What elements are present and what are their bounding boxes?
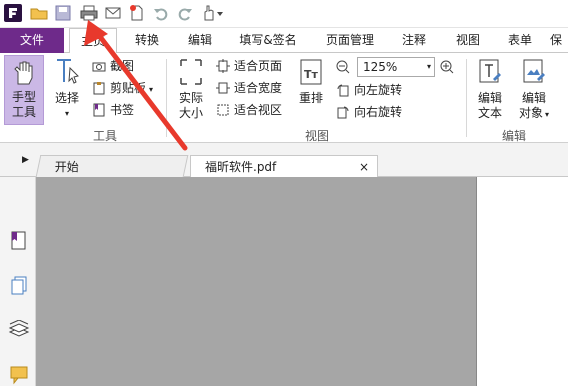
bookmarks-panel-icon[interactable] bbox=[10, 231, 28, 251]
open-folder-icon[interactable] bbox=[30, 4, 48, 22]
hand-tool-dropdown-icon[interactable] bbox=[200, 4, 224, 22]
tools-group-label: 工具 bbox=[92, 129, 117, 143]
save-icon[interactable] bbox=[54, 4, 72, 22]
tab-document[interactable]: 福昕软件.pdf × bbox=[190, 155, 378, 177]
tab-fill-sign[interactable]: 填写&签名 bbox=[234, 28, 302, 53]
edit-text-label-2: 文本 bbox=[477, 106, 502, 120]
tab-start[interactable]: 开始 bbox=[35, 155, 189, 177]
panel-expand-arrow-icon[interactable]: ▶ bbox=[22, 155, 29, 165]
screenshot-button[interactable]: 截图 bbox=[92, 56, 134, 76]
ribbon-home-panel: 手型 工具 选择 ▾ 截图 剪贴板 ▾ 书签 工具 实际 大小 适合页面 适合宽度… bbox=[0, 53, 568, 143]
select-text-cursor-icon bbox=[57, 59, 79, 84]
tab-protect[interactable]: 保 bbox=[550, 28, 568, 53]
zoom-dropdown-arrow-icon: ▾ bbox=[426, 62, 431, 71]
reflow-label: 重排 bbox=[298, 91, 323, 105]
tab-document-label: 福昕软件.pdf bbox=[205, 160, 277, 174]
edit-object-dropdown-arrow-icon: ▾ bbox=[545, 110, 550, 119]
bookmark-button[interactable]: 书签 bbox=[92, 100, 134, 120]
undo-icon[interactable] bbox=[152, 4, 170, 22]
fit-page-label: 适合页面 bbox=[234, 59, 283, 73]
hand-icon bbox=[14, 61, 33, 85]
ribbon-divider bbox=[166, 59, 167, 137]
document-tab-strip: ▶ 开始 福昕软件.pdf × bbox=[0, 143, 568, 177]
clipboard-button[interactable]: 剪贴板 ▾ bbox=[92, 78, 153, 98]
tab-file[interactable]: 文件 bbox=[0, 28, 64, 53]
screenshot-label: 截图 bbox=[110, 59, 135, 73]
camera-icon bbox=[92, 62, 106, 72]
edit-object-label-1: 编辑 bbox=[521, 91, 546, 105]
zoom-value: 125% bbox=[363, 60, 398, 74]
zoom-in-icon[interactable] bbox=[440, 60, 454, 74]
tab-view[interactable]: 视图 bbox=[446, 28, 490, 53]
tab-page-management[interactable]: 页面管理 bbox=[318, 28, 382, 53]
edit-text-button[interactable]: 编辑 文本 bbox=[472, 57, 508, 123]
fit-view-label: 适合视区 bbox=[234, 103, 283, 117]
ribbon-divider bbox=[466, 59, 467, 137]
select-label: 选择 bbox=[54, 91, 79, 105]
rotate-right-button[interactable]: 向右旋转 bbox=[336, 102, 402, 122]
hand-tool-button[interactable]: 手型 工具 bbox=[4, 55, 44, 125]
actual-size-icon bbox=[180, 59, 202, 85]
tab-start-label: 开始 bbox=[54, 160, 79, 174]
edit-object-button[interactable]: 编辑 对象 ▾ bbox=[512, 57, 556, 123]
edit-text-icon bbox=[479, 59, 501, 83]
edit-object-label-2: 对象 bbox=[518, 106, 543, 120]
select-dropdown-arrow-icon: ▾ bbox=[64, 109, 69, 118]
tab-convert[interactable]: 转换 bbox=[126, 28, 168, 53]
document-canvas[interactable] bbox=[36, 177, 476, 386]
reflow-icon: Tт bbox=[300, 59, 322, 85]
zoom-select[interactable]: 125% ▾ bbox=[357, 57, 435, 77]
layers-panel-icon[interactable] bbox=[8, 320, 30, 340]
comments-panel-icon[interactable] bbox=[9, 365, 29, 385]
app-logo-icon bbox=[4, 4, 22, 22]
fit-page-button[interactable]: 适合页面 bbox=[216, 56, 282, 76]
edit-group-label: 编辑 bbox=[501, 129, 526, 143]
actual-size-label-1: 实际 bbox=[178, 91, 203, 105]
fit-width-label: 适合宽度 bbox=[234, 81, 283, 95]
fit-width-button[interactable]: 适合宽度 bbox=[216, 78, 282, 98]
rotate-left-label: 向左旋转 bbox=[354, 83, 403, 97]
actual-size-label-2: 大小 bbox=[178, 106, 203, 120]
select-button[interactable]: 选择 ▾ bbox=[50, 57, 84, 123]
edit-text-label-1: 编辑 bbox=[477, 91, 502, 105]
clipboard-label: 剪贴板 bbox=[110, 81, 147, 95]
bookmark-icon bbox=[93, 103, 105, 117]
hand-tool-label-2: 工具 bbox=[11, 105, 36, 119]
edit-object-icon bbox=[523, 59, 545, 83]
redo-icon[interactable] bbox=[176, 4, 194, 22]
svg-text:Tт: Tт bbox=[304, 68, 319, 81]
rotate-left-icon bbox=[337, 84, 349, 97]
actual-size-button[interactable]: 实际 大小 bbox=[172, 57, 210, 123]
clipboard-dropdown-arrow-icon: ▾ bbox=[149, 85, 154, 94]
print-icon[interactable] bbox=[80, 4, 98, 22]
email-icon[interactable] bbox=[104, 4, 122, 22]
close-tab-icon[interactable]: × bbox=[359, 156, 369, 178]
fit-width-icon bbox=[216, 82, 230, 94]
zoom-out-icon[interactable] bbox=[336, 60, 350, 74]
tab-comment[interactable]: 注释 bbox=[392, 28, 436, 53]
reflow-button[interactable]: Tт 重排 bbox=[294, 57, 328, 123]
rotate-right-label: 向右旋转 bbox=[354, 105, 403, 119]
fit-view-icon bbox=[217, 104, 229, 116]
rotate-right-icon bbox=[337, 106, 349, 119]
rotate-left-button[interactable]: 向左旋转 bbox=[336, 80, 402, 100]
fit-view-button[interactable]: 适合视区 bbox=[216, 100, 282, 120]
fit-page-icon bbox=[216, 59, 230, 73]
tab-home[interactable]: 主页 bbox=[69, 28, 117, 54]
clipboard-icon bbox=[93, 82, 105, 95]
navigation-panel-bar bbox=[0, 177, 36, 386]
tab-form[interactable]: 表单 bbox=[498, 28, 542, 53]
new-document-icon[interactable] bbox=[128, 4, 146, 22]
hand-tool-label-1: 手型 bbox=[11, 90, 36, 104]
document-page bbox=[476, 177, 568, 386]
bookmark-label: 书签 bbox=[110, 103, 135, 117]
ribbon-tab-bar: 文件 主页 转换 编辑 填写&签名 页面管理 注释 视图 表单 保 bbox=[0, 28, 568, 54]
view-group-label: 视图 bbox=[304, 129, 329, 143]
tab-edit[interactable]: 编辑 bbox=[178, 28, 222, 53]
quick-access-toolbar bbox=[0, 0, 568, 28]
page-thumbnails-panel-icon[interactable] bbox=[9, 275, 29, 295]
